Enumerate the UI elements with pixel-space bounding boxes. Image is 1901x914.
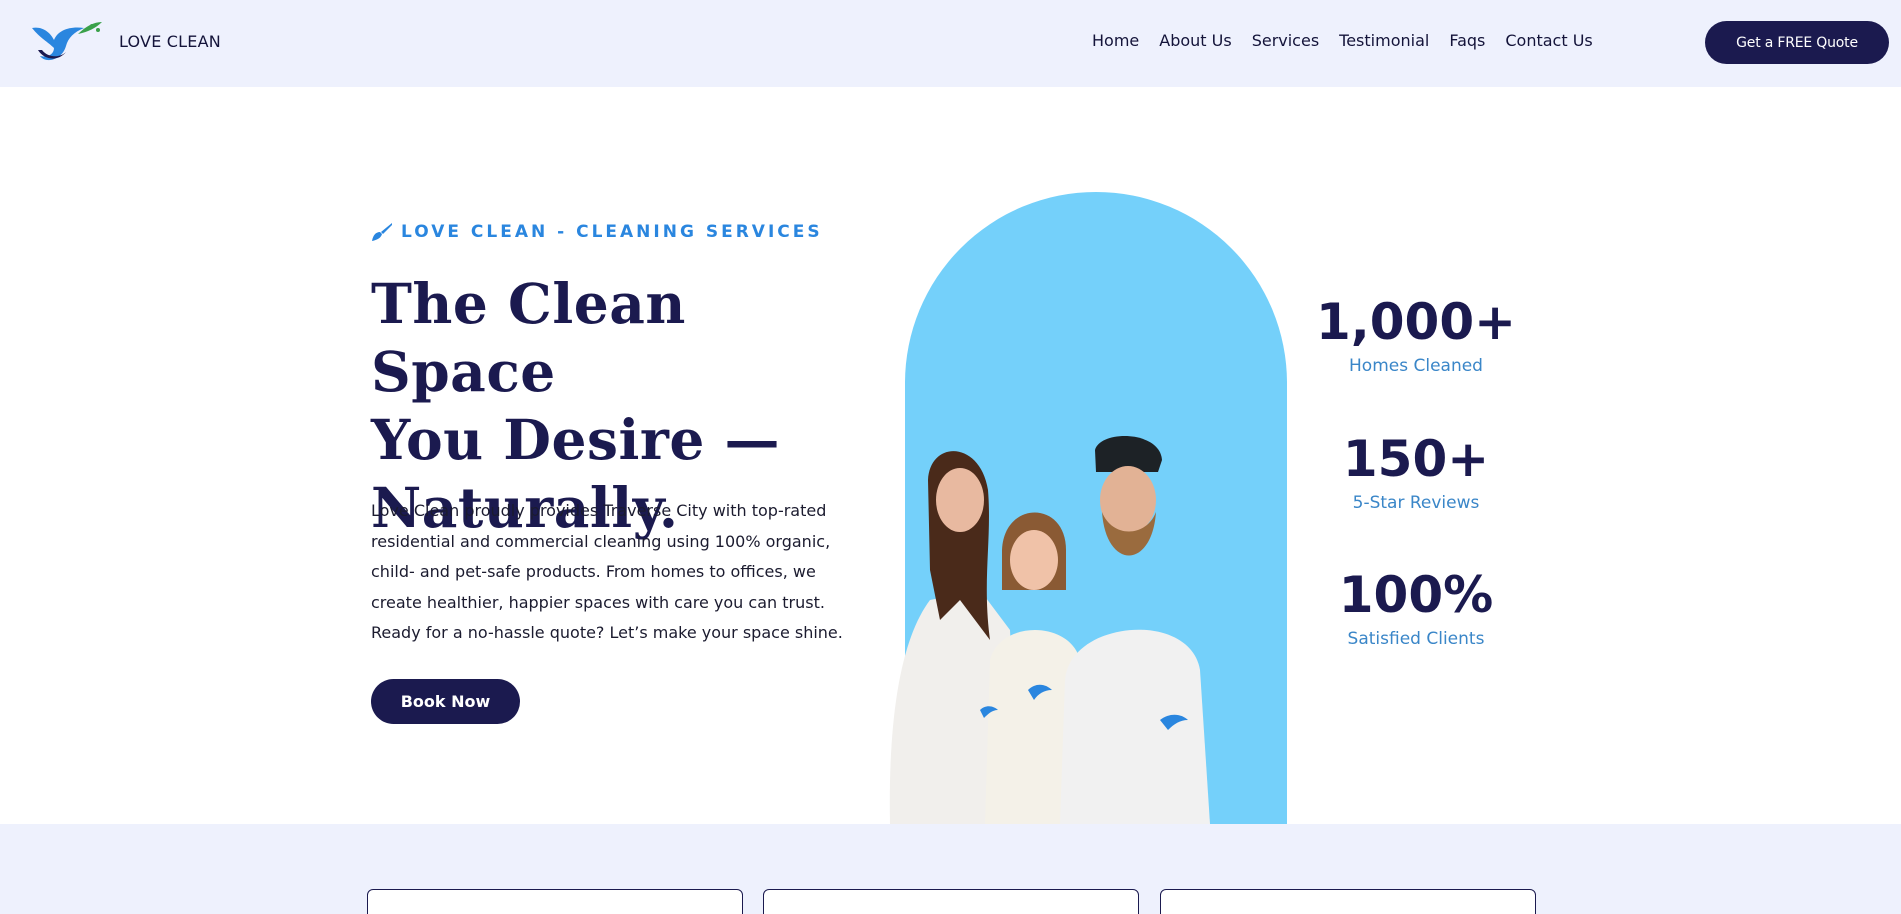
bird-logo-icon bbox=[32, 22, 102, 61]
stat-value: 150+ bbox=[1342, 430, 1490, 488]
service-card[interactable] bbox=[367, 889, 743, 914]
tagline-text: LOVE CLEAN - CLEANING SERVICES bbox=[401, 222, 823, 242]
book-now-button[interactable]: Book Now bbox=[371, 679, 520, 724]
stat-value: 100% bbox=[1338, 566, 1494, 624]
nav-faqs[interactable]: Faqs bbox=[1449, 31, 1485, 50]
stat-five-star-reviews: 150+ 5-Star Reviews bbox=[1306, 431, 1526, 513]
stat-homes-cleaned: 1,000+ Homes Cleaned bbox=[1306, 294, 1526, 376]
stat-label: Homes Cleaned bbox=[1349, 356, 1483, 376]
site-header: LOVE CLEAN Home About Us Services Testim… bbox=[0, 0, 1901, 87]
nav-testimonial[interactable]: Testimonial bbox=[1339, 31, 1429, 50]
headline-line-2: You Desire — bbox=[371, 407, 780, 472]
nav-services[interactable]: Services bbox=[1252, 31, 1319, 50]
stat-satisfied-clients: 100% Satisfied Clients bbox=[1306, 567, 1526, 649]
brush-icon bbox=[372, 223, 392, 241]
nav-home[interactable]: Home bbox=[1092, 31, 1139, 50]
main-nav: Home About Us Services Testimonial Faqs … bbox=[1092, 31, 1593, 50]
logo[interactable] bbox=[28, 20, 104, 66]
get-free-quote-button[interactable]: Get a FREE Quote bbox=[1705, 21, 1889, 64]
headline-line-1: The Clean Space bbox=[371, 271, 686, 404]
stat-label: Satisfied Clients bbox=[1347, 629, 1485, 649]
hero-tagline: LOVE CLEAN - CLEANING SERVICES bbox=[371, 222, 823, 242]
hero-intro: Love Clean proudly provides Traverse Cit… bbox=[371, 501, 843, 642]
stat-value: 1,000+ bbox=[1315, 293, 1517, 351]
service-card[interactable] bbox=[763, 889, 1139, 914]
service-card[interactable] bbox=[1160, 889, 1536, 914]
nav-contact-us[interactable]: Contact Us bbox=[1505, 31, 1592, 50]
stat-label: 5-Star Reviews bbox=[1352, 493, 1480, 513]
nav-about-us[interactable]: About Us bbox=[1159, 31, 1231, 50]
family-photo bbox=[889, 436, 1210, 824]
brand-name[interactable]: LOVE CLEAN bbox=[119, 32, 221, 51]
